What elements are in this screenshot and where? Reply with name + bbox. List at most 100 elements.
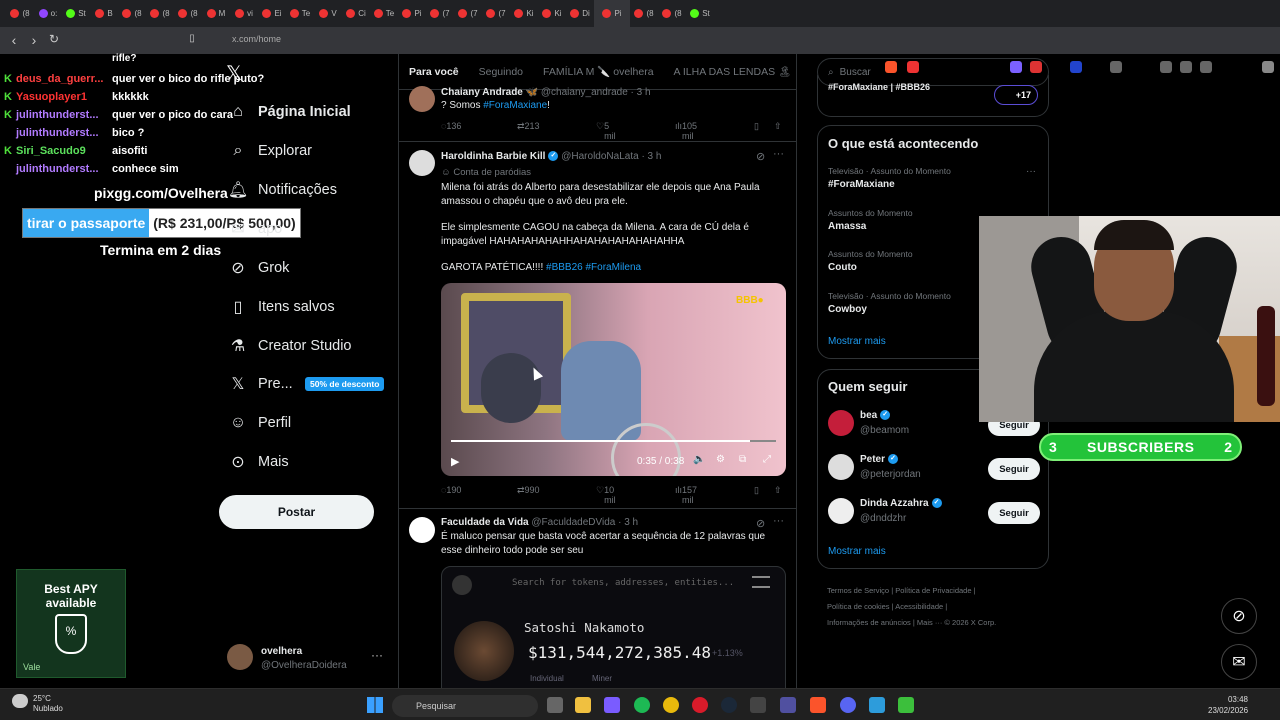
browser-tab[interactable]: (8 <box>146 0 174 27</box>
trend-name[interactable]: #ForaMaxiane | #BBB26 <box>828 82 930 92</box>
play-icon[interactable]: ▶ <box>451 455 459 468</box>
browser-tab[interactable]: St <box>686 0 714 27</box>
tab-following[interactable]: Seguindo <box>479 66 523 78</box>
sidebar-icon[interactable] <box>1180 61 1192 73</box>
extension-icon[interactable] <box>1160 61 1172 73</box>
browser-tab[interactable]: M <box>202 0 230 27</box>
browser-tab[interactable]: (8 <box>630 0 658 27</box>
footer-line[interactable]: Termos de Serviço | Política de Privacid… <box>827 583 1047 599</box>
media-card[interactable]: Search for tokens, addresses, entities..… <box>441 566 786 688</box>
browser-tab[interactable]: V <box>314 0 342 27</box>
more-icon[interactable]: ··· <box>773 148 784 160</box>
extension-icon[interactable] <box>1110 61 1122 73</box>
video-player[interactable]: BBB● ▶ 0:35 / 0:38 🔈 ⚙ ⧉ ⤢ <box>441 283 786 476</box>
browser-tab[interactable]: (8 <box>174 0 202 27</box>
retweet-button[interactable]: ⇄ 990 <box>517 485 540 496</box>
browser-tab[interactable]: Ki <box>510 0 538 27</box>
browser-tab[interactable]: (7 <box>482 0 510 27</box>
steam-icon[interactable] <box>721 697 737 713</box>
tweet[interactable]: Chaiany Andrade 🦋 @chaiany_andrade · 3 h… <box>399 86 796 142</box>
browser-tab[interactable]: vi <box>230 0 258 27</box>
more-icon[interactable]: ··· <box>371 648 383 662</box>
app-icon[interactable] <box>750 697 766 713</box>
settings-icon[interactable]: ⚙ <box>716 454 725 465</box>
bookmark-icon[interactable]: ▯ <box>754 121 759 132</box>
pip-icon[interactable]: ⧉ <box>739 454 746 465</box>
browser-tab[interactable]: B <box>90 0 118 27</box>
opera-icon[interactable] <box>692 697 708 713</box>
nav-item[interactable]: ☺ Perfil <box>228 413 291 433</box>
spotify-icon[interactable] <box>634 697 650 713</box>
fullscreen-icon[interactable]: ⤢ <box>763 454 771 465</box>
messages-icon[interactable]: ✉ <box>1221 644 1257 680</box>
share-icon[interactable]: ⇧ <box>774 485 782 496</box>
reply-button[interactable]: ◌ 190 <box>441 485 461 495</box>
trend-item[interactable]: Couto <box>828 262 857 273</box>
nav-item[interactable]: ⌕ Explorar <box>228 141 312 161</box>
reply-button[interactable]: ◌ 136 <box>441 121 461 131</box>
discord-icon[interactable] <box>840 697 856 713</box>
trend-item[interactable]: #ForaMaxiane <box>828 179 895 190</box>
menu-icon[interactable] <box>1262 61 1274 73</box>
browser-tab[interactable]: Te <box>370 0 398 27</box>
nav-item[interactable]: ✉ apo <box>228 219 282 239</box>
show-more-link[interactable]: Mostrar mais <box>828 336 886 347</box>
forward-icon[interactable]: › <box>24 32 44 48</box>
nav-item[interactable]: ⌂ Página Inicial <box>228 102 351 122</box>
follow-button[interactable]: Seguir <box>988 458 1040 480</box>
tab-list-familia[interactable]: FAMÍLIA M 🔪 ovelhera <box>543 65 654 78</box>
bookmark-icon[interactable]: ▯ <box>754 485 759 496</box>
footer-line[interactable]: Política de cookies | Acessibilidade | <box>827 599 1047 615</box>
show-more-link[interactable]: Mostrar mais <box>828 546 886 557</box>
browser-tab[interactable]: Di <box>566 0 594 27</box>
browser-tab[interactable]: o: <box>34 0 62 27</box>
app-icon[interactable] <box>780 697 796 713</box>
video-progress[interactable] <box>451 440 776 442</box>
taskbar-search[interactable]: Pesquisar <box>392 695 538 717</box>
browser-tab[interactable]: St <box>62 0 90 27</box>
browser-tab[interactable]: (8 <box>118 0 146 27</box>
account-switcher[interactable]: ovelhera @OvelheraDoidera ··· <box>227 644 387 674</box>
grok-icon[interactable]: ⊘ <box>756 150 765 163</box>
like-button[interactable]: ♡ 10 mil <box>596 485 616 505</box>
browser-tab[interactable]: Pi <box>398 0 426 27</box>
browser-tab[interactable]: Ki <box>538 0 566 27</box>
retweet-button[interactable]: ⇄ 213 <box>517 121 540 132</box>
nav-item[interactable]: ⊘ Grok <box>228 258 289 278</box>
nav-item[interactable]: 𝕏 Pre... <box>228 374 293 394</box>
weather-icon[interactable] <box>12 694 28 708</box>
browser-tab[interactable]: Ci <box>342 0 370 27</box>
chrome-icon[interactable] <box>663 697 679 713</box>
nav-item[interactable]: ⚗ Creator Studio <box>228 336 352 356</box>
browser-tab[interactable]: Te <box>286 0 314 27</box>
nav-item[interactable]: 🔔︎ Notificações <box>228 180 337 200</box>
footer-line[interactable]: Informações de anúncios | Mais ··· © 202… <box>827 615 1047 631</box>
post-button[interactable]: Postar <box>219 495 374 529</box>
app-icon[interactable] <box>604 697 620 713</box>
bookmark-star-icon[interactable]: ▯ <box>182 33 202 44</box>
notes-icon[interactable] <box>869 697 885 713</box>
browser-tab[interactable]: (8 <box>6 0 34 27</box>
nav-item[interactable]: ▯ Itens salvos <box>228 297 335 317</box>
grok-icon[interactable]: ⊘ <box>756 517 765 530</box>
trend-item[interactable]: Amassa <box>828 221 866 232</box>
wallet-icon[interactable] <box>1200 61 1212 73</box>
browser-tab[interactable]: (7 <box>454 0 482 27</box>
browser-tab[interactable]: (7 <box>426 0 454 27</box>
share-icon[interactable]: ⇧ <box>774 121 782 132</box>
trend-item[interactable]: Cowboy <box>828 304 867 315</box>
nav-item[interactable]: ⊙ Mais <box>228 452 288 472</box>
app-icon[interactable] <box>898 697 914 713</box>
volume-icon[interactable]: 🔈 <box>693 454 705 465</box>
explorer-icon[interactable] <box>575 697 591 713</box>
back-icon[interactable]: ‹ <box>4 32 24 48</box>
url-field[interactable]: x.com/home <box>232 34 281 44</box>
tweet[interactable]: Haroldinha Barbie Kill ✓ @HaroldoNaLata ·… <box>399 143 796 509</box>
taskview-icon[interactable] <box>547 697 563 713</box>
brave-icon[interactable] <box>810 697 826 713</box>
more-icon[interactable]: ··· <box>1026 166 1036 177</box>
views-button[interactable]: ılı 157 mil <box>675 485 697 505</box>
x-logo-icon[interactable]: 𝕏 <box>226 61 242 86</box>
follow-button[interactable]: Seguir <box>988 502 1040 524</box>
more-icon[interactable]: ··· <box>773 515 784 527</box>
